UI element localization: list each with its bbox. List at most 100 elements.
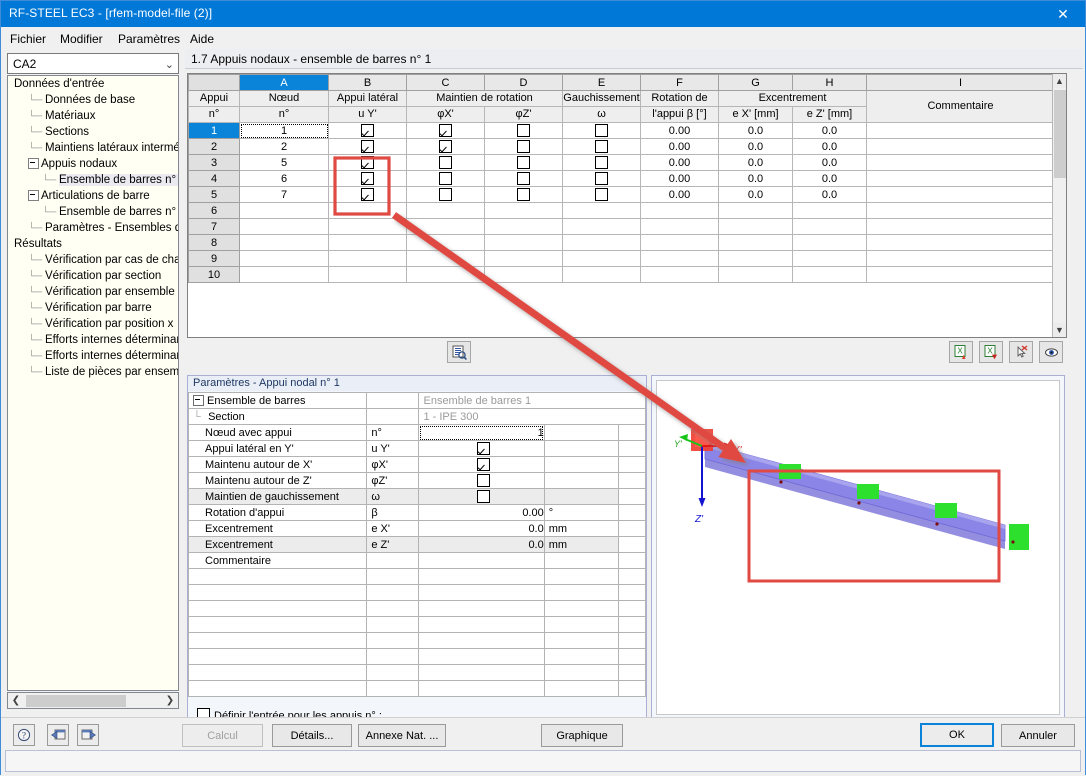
row-header[interactable]: 7 (188, 218, 240, 235)
cell-commentaire[interactable] (866, 138, 1055, 155)
cell-ex[interactable] (718, 250, 793, 267)
cell-phix[interactable] (406, 170, 485, 187)
checkbox[interactable] (361, 188, 374, 201)
tree-item[interactable]: └─ Vérification par cas de charge (8, 252, 178, 268)
cell-noeud[interactable] (239, 250, 329, 267)
tree-item[interactable]: └─ Vérification par ensemble de barres (8, 284, 178, 300)
navigation-tree[interactable]: Données d'entrée └─ Données de base └─ Mat… (7, 75, 179, 691)
checkbox[interactable] (595, 172, 608, 185)
help-question-icon[interactable]: ? (13, 724, 35, 746)
parameter-value[interactable] (418, 488, 545, 505)
checkbox[interactable] (595, 188, 608, 201)
parameter-value[interactable] (418, 456, 545, 473)
cell-phiz[interactable] (484, 138, 563, 155)
cell-noeud[interactable]: 1 (239, 122, 329, 139)
tree-item[interactable]: Résultats (8, 236, 178, 252)
parameter-value[interactable] (418, 552, 545, 569)
cell-beta[interactable] (640, 250, 719, 267)
cell-phiz[interactable] (484, 266, 563, 283)
table-row[interactable]: 5 7 0.00 0.0 0.0 (188, 186, 1055, 203)
tree-item[interactable]: └─ Sections (8, 124, 178, 140)
checkbox[interactable] (517, 172, 530, 185)
tree-expander-icon[interactable] (28, 190, 39, 202)
tree-item[interactable]: └─ Paramètres - Ensembles de barres (8, 220, 178, 236)
cell-ez[interactable] (792, 234, 867, 251)
checkbox[interactable] (439, 156, 452, 169)
cell-noeud[interactable] (239, 218, 329, 235)
checkbox[interactable] (439, 140, 452, 153)
parameter-row[interactable]: Excentrement e Z' 0.0 mm (188, 536, 646, 553)
column-header-G[interactable]: G (718, 74, 793, 91)
cell-ex[interactable] (718, 218, 793, 235)
cell-commentaire[interactable] (866, 250, 1055, 267)
table-row[interactable]: 7 (188, 218, 1055, 235)
cell-phix[interactable] (406, 122, 485, 139)
tree-item[interactable]: └─ Vérification par section (8, 268, 178, 284)
cell-phix[interactable] (406, 154, 485, 171)
row-header[interactable]: 8 (188, 234, 240, 251)
cell-omega[interactable] (562, 186, 641, 203)
row-header[interactable]: 9 (188, 250, 240, 267)
table-vertical-scrollbar[interactable]: ▲ ▼ (1052, 74, 1066, 337)
row-header[interactable]: 4 (188, 170, 240, 187)
cell-beta[interactable] (640, 266, 719, 283)
tree-expander-icon[interactable] (28, 158, 39, 170)
cell-appui-lateral[interactable] (328, 250, 407, 267)
cell-appui-lateral[interactable] (328, 138, 407, 155)
cell-omega[interactable] (562, 138, 641, 155)
column-header-E[interactable]: E (562, 74, 641, 91)
scroll-left-icon[interactable]: ❮ (9, 694, 23, 707)
parameter-value[interactable]: 1 (418, 424, 545, 441)
parameter-value[interactable]: 0.0 (418, 536, 545, 553)
table-row[interactable]: 1 1 0.00 0.0 0.0 (188, 122, 1055, 139)
checkbox[interactable] (517, 124, 530, 137)
checkbox[interactable] (517, 188, 530, 201)
tree-horizontal-scrollbar[interactable]: ❮ ❯ (7, 692, 179, 709)
tree-item[interactable]: └─ Liste de pièces par ensemble de barre… (8, 364, 178, 380)
visibility-eye-icon[interactable] (1039, 341, 1063, 363)
cell-noeud[interactable]: 5 (239, 154, 329, 171)
cell-noeud[interactable] (239, 234, 329, 251)
parameter-value[interactable]: 1 - IPE 300 (418, 408, 646, 425)
cell-noeud[interactable] (239, 266, 329, 283)
cell-commentaire[interactable] (866, 202, 1055, 219)
cell-ez[interactable]: 0.0 (792, 170, 867, 187)
cell-ex[interactable] (718, 266, 793, 283)
parameter-row[interactable]: Excentrement e X' 0.0 mm (188, 520, 646, 537)
cell-phiz[interactable] (484, 122, 563, 139)
parameter-row[interactable]: Maintien de gauchissement ω (188, 488, 646, 505)
parameter-value[interactable] (418, 440, 545, 457)
checkbox[interactable] (517, 156, 530, 169)
cell-beta[interactable] (640, 202, 719, 219)
cell-phiz[interactable] (484, 154, 563, 171)
cell-ex[interactable]: 0.0 (718, 138, 793, 155)
cell-commentaire[interactable] (866, 266, 1055, 283)
graphique-button[interactable]: Graphique (541, 724, 623, 747)
checkbox[interactable] (477, 490, 491, 503)
cell-omega[interactable] (562, 122, 641, 139)
close-icon[interactable]: ✕ (1041, 1, 1085, 27)
checkbox[interactable] (361, 124, 374, 137)
cell-phiz[interactable] (484, 202, 563, 219)
parameter-row[interactable]: Maintenu autour de X' φX' (188, 456, 646, 473)
menu-item-fichier[interactable]: Fichier (3, 30, 53, 48)
supports-table-body[interactable]: A B C D E F G H I Appui Nœud Appui latéral Maintien … (188, 74, 1055, 283)
menu-item-aide[interactable]: Aide (183, 30, 221, 48)
cell-omega[interactable] (562, 154, 641, 171)
menu-item-parametres[interactable]: Paramètres (111, 30, 187, 48)
cell-appui-lateral[interactable] (328, 186, 407, 203)
cell-beta[interactable] (640, 234, 719, 251)
cell-phiz[interactable] (484, 250, 563, 267)
table-row[interactable]: 4 6 0.00 0.0 0.0 (188, 170, 1055, 187)
table-row[interactable]: 6 (188, 202, 1055, 219)
checkbox[interactable] (595, 156, 608, 169)
checkbox[interactable] (477, 442, 491, 455)
row-header[interactable]: 2 (188, 138, 240, 155)
cell-beta[interactable]: 0.00 (640, 138, 719, 155)
cell-beta[interactable]: 0.00 (640, 170, 719, 187)
cell-ex[interactable] (718, 202, 793, 219)
import-excel-down-icon[interactable]: X (979, 341, 1003, 363)
cell-beta[interactable]: 0.00 (640, 154, 719, 171)
column-header-A[interactable]: A (239, 74, 329, 91)
cell-noeud[interactable]: 6 (239, 170, 329, 187)
